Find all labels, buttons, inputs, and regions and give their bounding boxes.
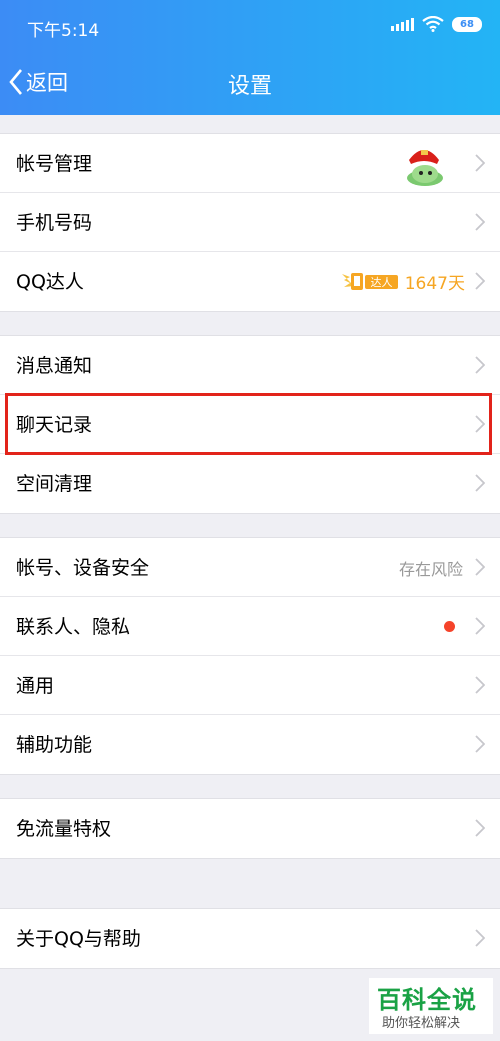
battery-icon: 68 [452, 16, 482, 32]
row-label: 帐号管理 [16, 153, 93, 175]
row-label: 关于QQ与帮助 [16, 928, 141, 950]
avatar [407, 150, 443, 186]
settings-group-account: 帐号管理 手机号码 QQ达人 达人 1647天 [0, 133, 500, 312]
page-title: 设置 [227, 74, 272, 99]
settings-group-about: 关于QQ与帮助 [0, 908, 500, 969]
daren-badge-text: 达人 [371, 276, 393, 289]
row-account-management[interactable]: 帐号管理 [0, 134, 500, 193]
chevron-right-icon [475, 676, 485, 694]
daren-badge-icon: 达人 [342, 273, 398, 290]
chevron-right-icon [475, 356, 485, 374]
row-label: 免流量特权 [16, 818, 112, 840]
row-general[interactable]: 通用 [0, 656, 500, 715]
chevron-right-icon [475, 929, 485, 947]
red-dot-badge [444, 621, 455, 632]
highlight-box [5, 393, 492, 455]
status-time: 下午5:14 [27, 21, 100, 41]
chevron-right-icon [475, 558, 485, 576]
row-label: 联系人、隐私 [16, 616, 131, 638]
watermark-title: 百科全说 [377, 986, 477, 1014]
row-contacts-privacy[interactable]: 联系人、隐私 [0, 597, 500, 656]
row-label: 辅助功能 [16, 734, 93, 756]
status-bar: 下午5:14 68 [0, 0, 500, 55]
row-qq-daren[interactable]: QQ达人 达人 1647天 [0, 252, 500, 311]
row-label: QQ达人 [16, 271, 84, 293]
nav-bar: 返回 设置 [0, 55, 500, 110]
row-space-cleanup[interactable]: 空间清理 [0, 454, 500, 513]
row-label: 消息通知 [16, 355, 93, 377]
row-label: 空间清理 [16, 473, 93, 495]
watermark-logo: 百科全说 助你轻松解决 [369, 978, 493, 1034]
row-free-data-privilege[interactable]: 免流量特权 [0, 799, 500, 858]
header: 下午5:14 68 返回 设置 [0, 0, 500, 115]
row-account-device-security[interactable]: 帐号、设备安全 存在风险 [0, 538, 500, 597]
chevron-right-icon [475, 474, 485, 492]
row-phone-number[interactable]: 手机号码 [0, 193, 500, 252]
row-label: 帐号、设备安全 [16, 557, 150, 579]
chevron-right-icon [475, 154, 485, 172]
chevron-right-icon [475, 617, 485, 635]
row-message-notification[interactable]: 消息通知 [0, 336, 500, 395]
chevron-right-icon [475, 735, 485, 753]
watermark-subtitle: 助你轻松解决 [382, 1016, 461, 1031]
status-icons: 68 [391, 16, 482, 32]
row-label: 通用 [16, 675, 55, 697]
chevron-right-icon [475, 819, 485, 837]
security-status: 存在风险 [398, 560, 463, 579]
row-accessibility[interactable]: 辅助功能 [0, 715, 500, 774]
settings-group-security: 帐号、设备安全 存在风险 联系人、隐私 通用 辅助功能 [0, 537, 500, 775]
row-about-help[interactable]: 关于QQ与帮助 [0, 909, 500, 968]
chevron-right-icon [475, 272, 485, 290]
wifi-icon [422, 16, 444, 32]
settings-group-data-plan: 免流量特权 [0, 798, 500, 859]
daren-days: 1647天 [404, 274, 465, 294]
chevron-right-icon [475, 213, 485, 231]
signal-icon [391, 17, 414, 31]
row-label: 手机号码 [16, 212, 93, 234]
